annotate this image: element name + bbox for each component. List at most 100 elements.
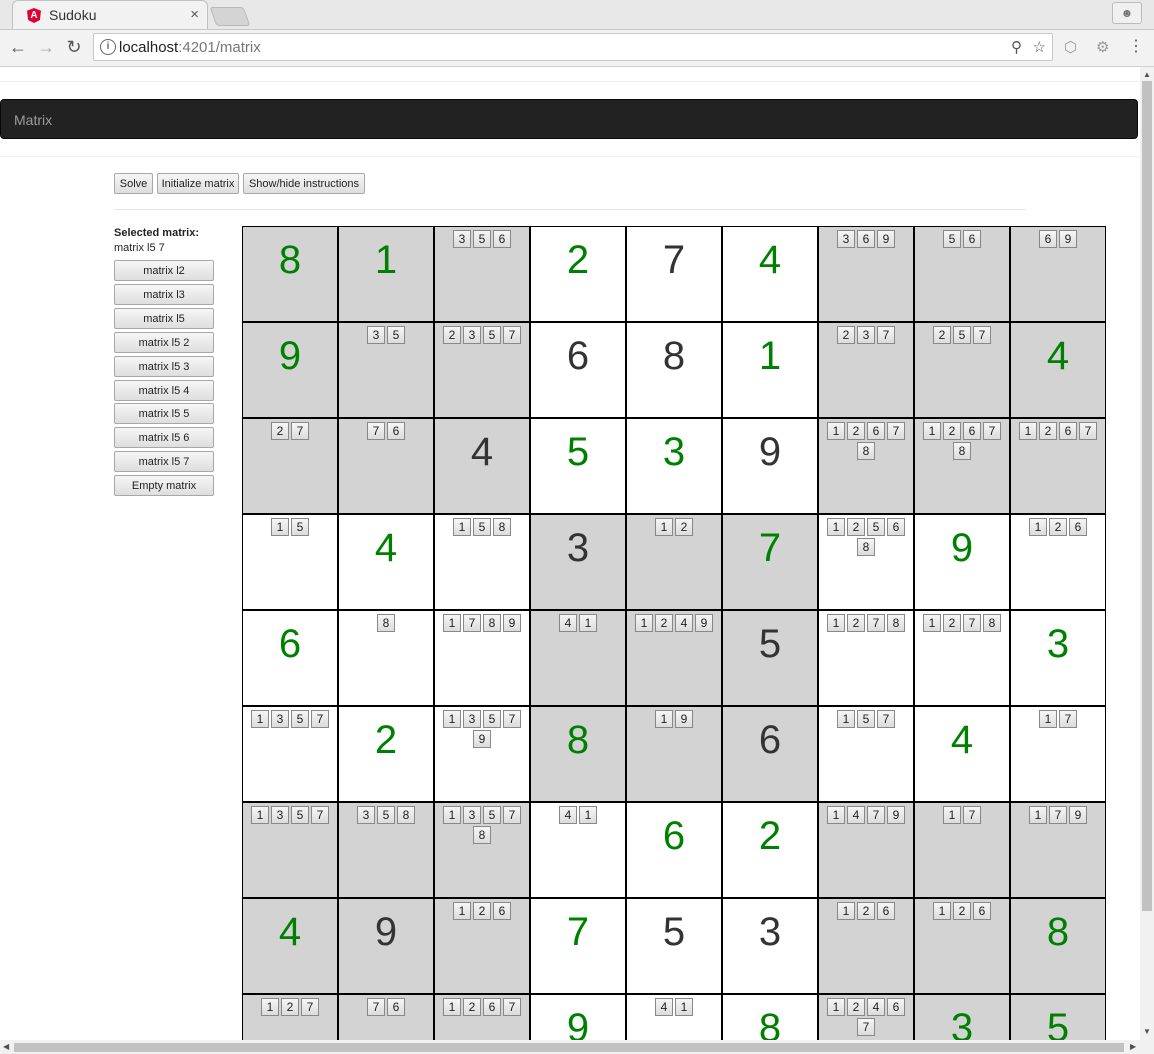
sudoku-cell[interactable]: 7 xyxy=(626,226,722,322)
horizontal-scrollbar-thumb[interactable] xyxy=(14,1043,1124,1052)
candidate-button[interactable]: 5 xyxy=(867,518,885,536)
sudoku-cell[interactable]: 5 xyxy=(1010,994,1106,1040)
sudoku-cell[interactable]: 369 xyxy=(818,226,914,322)
extension-cube-icon[interactable]: ⬡ xyxy=(1064,38,1077,56)
scroll-up-arrow-icon[interactable]: ▲ xyxy=(1143,70,1151,79)
candidate-button[interactable]: 1 xyxy=(675,998,693,1016)
sudoku-cell[interactable]: 6 xyxy=(626,802,722,898)
candidate-button[interactable]: 6 xyxy=(1059,422,1077,440)
candidate-button[interactable]: 1 xyxy=(443,710,461,728)
sudoku-cell[interactable]: 2357 xyxy=(434,322,530,418)
candidate-button[interactable]: 5 xyxy=(377,806,395,824)
sudoku-cell[interactable]: 7 xyxy=(530,898,626,994)
sudoku-cell[interactable]: 6 xyxy=(722,706,818,802)
candidate-button[interactable]: 1 xyxy=(827,422,845,440)
candidate-button[interactable]: 7 xyxy=(503,806,521,824)
candidate-button[interactable]: 7 xyxy=(963,614,981,632)
candidate-button[interactable]: 3 xyxy=(837,230,855,248)
sudoku-cell[interactable]: 8 xyxy=(626,322,722,418)
matrix-l5-button[interactable]: matrix l5 xyxy=(114,308,214,329)
sudoku-cell[interactable]: 12 xyxy=(626,514,722,610)
sudoku-cell[interactable]: 12678 xyxy=(914,418,1010,514)
candidate-button[interactable]: 8 xyxy=(483,614,501,632)
candidate-button[interactable]: 2 xyxy=(271,422,289,440)
candidate-button[interactable]: 3 xyxy=(271,710,289,728)
candidate-button[interactable]: 6 xyxy=(963,422,981,440)
candidate-button[interactable]: 3 xyxy=(857,326,875,344)
sudoku-cell[interactable]: 9 xyxy=(530,994,626,1040)
sudoku-cell[interactable]: 1357 xyxy=(242,706,338,802)
sudoku-cell[interactable]: 13579 xyxy=(434,706,530,802)
sudoku-cell[interactable]: 126 xyxy=(914,898,1010,994)
sudoku-cell[interactable]: 1278 xyxy=(818,610,914,706)
candidate-button[interactable]: 2 xyxy=(847,518,865,536)
candidate-button[interactable]: 8 xyxy=(983,614,1001,632)
candidate-button[interactable]: 5 xyxy=(953,326,971,344)
sudoku-cell[interactable]: 5 xyxy=(530,418,626,514)
vertical-scrollbar[interactable]: ▲ ▼ xyxy=(1140,67,1154,1040)
address-bar[interactable]: i localhost:4201/matrix ⚲ ☆ xyxy=(93,33,1053,61)
candidate-button[interactable]: 7 xyxy=(1059,710,1077,728)
candidate-button[interactable]: 5 xyxy=(483,710,501,728)
candidate-button[interactable]: 2 xyxy=(943,614,961,632)
sudoku-cell[interactable]: 41 xyxy=(626,994,722,1040)
scroll-left-arrow-icon[interactable]: ◀ xyxy=(3,1042,9,1051)
candidate-button[interactable]: 3 xyxy=(463,710,481,728)
candidate-button[interactable]: 5 xyxy=(291,806,309,824)
candidate-button[interactable]: 7 xyxy=(1049,806,1067,824)
candidate-button[interactable]: 2 xyxy=(281,998,299,1016)
candidate-button[interactable]: 1 xyxy=(271,518,289,536)
candidate-button[interactable]: 4 xyxy=(559,614,577,632)
sudoku-cell[interactable]: 3 xyxy=(914,994,1010,1040)
candidate-button[interactable]: 9 xyxy=(1069,806,1087,824)
candidate-button[interactable]: 7 xyxy=(503,326,521,344)
navbar-brand[interactable]: Matrix xyxy=(14,112,52,128)
sudoku-cell[interactable]: 126 xyxy=(434,898,530,994)
candidate-button[interactable]: 6 xyxy=(387,998,405,1016)
scroll-right-arrow-icon[interactable]: ▶ xyxy=(1130,1042,1136,1051)
candidate-button[interactable]: 3 xyxy=(367,326,385,344)
sudoku-cell[interactable]: 2 xyxy=(338,706,434,802)
matrix-l2-button[interactable]: matrix l2 xyxy=(114,260,214,281)
sudoku-cell[interactable]: 12467 xyxy=(818,994,914,1040)
candidate-button[interactable]: 5 xyxy=(473,230,491,248)
sudoku-cell[interactable]: 76 xyxy=(338,418,434,514)
back-arrow-icon[interactable]: ← xyxy=(6,35,30,59)
sudoku-cell[interactable]: 2 xyxy=(722,802,818,898)
candidate-button[interactable]: 7 xyxy=(301,998,319,1016)
candidate-button[interactable]: 1 xyxy=(1039,710,1057,728)
candidate-button[interactable]: 3 xyxy=(271,806,289,824)
candidate-button[interactable]: 9 xyxy=(473,730,491,748)
sudoku-cell[interactable]: 237 xyxy=(818,322,914,418)
candidate-button[interactable]: 1 xyxy=(1019,422,1037,440)
candidate-button[interactable]: 6 xyxy=(973,902,991,920)
candidate-button[interactable]: 6 xyxy=(877,902,895,920)
candidate-button[interactable]: 9 xyxy=(675,710,693,728)
candidate-button[interactable]: 7 xyxy=(857,1018,875,1036)
sudoku-cell[interactable]: 8 xyxy=(530,706,626,802)
candidate-button[interactable]: 7 xyxy=(887,422,905,440)
candidate-button[interactable]: 5 xyxy=(291,518,309,536)
sudoku-cell[interactable]: 8 xyxy=(338,610,434,706)
sudoku-cell[interactable]: 2 xyxy=(530,226,626,322)
candidate-button[interactable]: 5 xyxy=(943,230,961,248)
candidate-button[interactable]: 3 xyxy=(463,326,481,344)
candidate-button[interactable]: 2 xyxy=(953,902,971,920)
sudoku-cell[interactable]: 12568 xyxy=(818,514,914,610)
candidate-button[interactable]: 6 xyxy=(387,422,405,440)
star-icon[interactable]: ☆ xyxy=(1033,38,1046,56)
candidate-button[interactable]: 7 xyxy=(877,326,895,344)
sudoku-cell[interactable]: 3 xyxy=(1010,610,1106,706)
candidate-button[interactable]: 6 xyxy=(887,518,905,536)
matrix-l5-2-button[interactable]: matrix l5 2 xyxy=(114,332,214,353)
candidate-button[interactable]: 7 xyxy=(983,422,1001,440)
candidate-button[interactable]: 1 xyxy=(923,422,941,440)
candidate-button[interactable]: 8 xyxy=(397,806,415,824)
candidate-button[interactable]: 1 xyxy=(579,806,597,824)
scroll-down-arrow-icon[interactable]: ▼ xyxy=(1143,1027,1151,1036)
initialize-matrix-button[interactable]: Initialize matrix xyxy=(157,173,239,194)
sudoku-cell[interactable]: 17 xyxy=(914,802,1010,898)
candidate-button[interactable]: 1 xyxy=(261,998,279,1016)
empty-matrix-button[interactable]: Empty matrix xyxy=(114,475,214,496)
matrix-l5-5-button[interactable]: matrix l5 5 xyxy=(114,403,214,424)
